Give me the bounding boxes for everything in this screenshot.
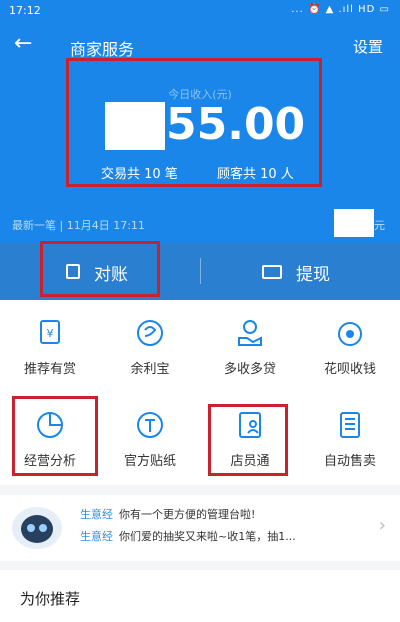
reconcile-button[interactable]: 对账	[40, 243, 160, 300]
settings-button[interactable]: 设置	[353, 36, 383, 57]
grid-label: 多收多贷	[223, 362, 276, 377]
grid-item-huabei[interactable]: 花呗收钱	[300, 300, 400, 390]
loan-icon	[238, 320, 262, 346]
latest-transaction[interactable]: 最新一笔 | 11月4日 17:11	[12, 217, 145, 233]
news-text: 你有一个更方便的管理台啦!	[119, 508, 256, 521]
withdraw-button[interactable]: 提现	[254, 243, 374, 300]
customer-count: 顾客共 10 人	[217, 167, 294, 182]
recommend-section: 为你推荐	[0, 570, 400, 622]
status-bar: 17:12 ... ⏰ ▲ .ıll HD ▭	[0, 0, 400, 22]
reconcile-label: 对账	[94, 265, 128, 285]
bill-icon	[66, 264, 80, 279]
income-amount[interactable]: 55.00	[166, 99, 305, 151]
action-divider	[200, 258, 201, 284]
grid-item-analysis[interactable]: 经营分析	[0, 392, 100, 482]
service-grid: ¥ 推荐有赏 余利宝 多收多贷 花呗收钱 经营分析 官方贴纸 店员通 自动售卖	[0, 300, 400, 485]
svg-text:¥: ¥	[47, 327, 54, 340]
grid-item-yulibao[interactable]: 余利宝	[100, 300, 200, 390]
grid-label: 店员通	[230, 454, 270, 469]
grid-item-vending[interactable]: 自动售卖	[300, 392, 400, 482]
recommend-title: 为你推荐	[20, 590, 81, 608]
vending-icon	[340, 412, 360, 438]
grid-label: 花呗收钱	[323, 362, 376, 377]
chevron-right-icon: ›	[378, 515, 386, 536]
news-text: 你们爱的抽奖又来啦~收1笔，抽1...	[119, 530, 296, 543]
wallet-icon	[262, 265, 282, 279]
news-tag: 生意经	[80, 508, 113, 521]
reward-icon: ¥	[40, 320, 60, 344]
back-arrow-icon[interactable]: ←	[14, 32, 32, 56]
amount-redaction	[105, 102, 165, 150]
news-line-1: 生意经 你有一个更方便的管理台啦!	[80, 506, 255, 522]
sticker-icon	[137, 412, 163, 438]
grid-label: 余利宝	[130, 362, 170, 377]
news-banner[interactable]: 生意经 你有一个更方便的管理台啦! 生意经 你们爱的抽奖又来啦~收1笔，抽1... …	[0, 495, 400, 561]
grid-item-staff[interactable]: 店员通	[200, 392, 300, 482]
news-line-2: 生意经 你们爱的抽奖又来啦~收1笔，抽1...	[80, 528, 296, 544]
pie-chart-icon	[37, 412, 63, 438]
grid-item-loan[interactable]: 多收多贷	[200, 300, 300, 390]
latest-unit: 元	[374, 219, 385, 232]
grid-item-sticker[interactable]: 官方贴纸	[100, 392, 200, 482]
grid-label: 推荐有赏	[23, 362, 76, 377]
huabei-icon	[338, 322, 362, 346]
grid-item-reward[interactable]: ¥ 推荐有赏	[0, 300, 100, 390]
news-tag: 生意经	[80, 530, 113, 543]
latest-amount-redaction	[334, 209, 374, 237]
grid-label: 自动售卖	[323, 454, 376, 469]
yulibao-icon	[137, 320, 163, 346]
grid-label: 官方贴纸	[123, 454, 176, 469]
page-title: 商家服务	[70, 40, 135, 59]
staff-icon	[239, 412, 261, 438]
robot-icon	[12, 507, 62, 549]
grid-label: 经营分析	[23, 454, 76, 469]
status-icons: ... ⏰ ▲ .ıll HD ▭	[291, 4, 390, 15]
transaction-count: 交易共 10 笔	[101, 167, 178, 182]
status-time: 17:12	[9, 4, 41, 17]
withdraw-label: 提现	[296, 265, 330, 285]
